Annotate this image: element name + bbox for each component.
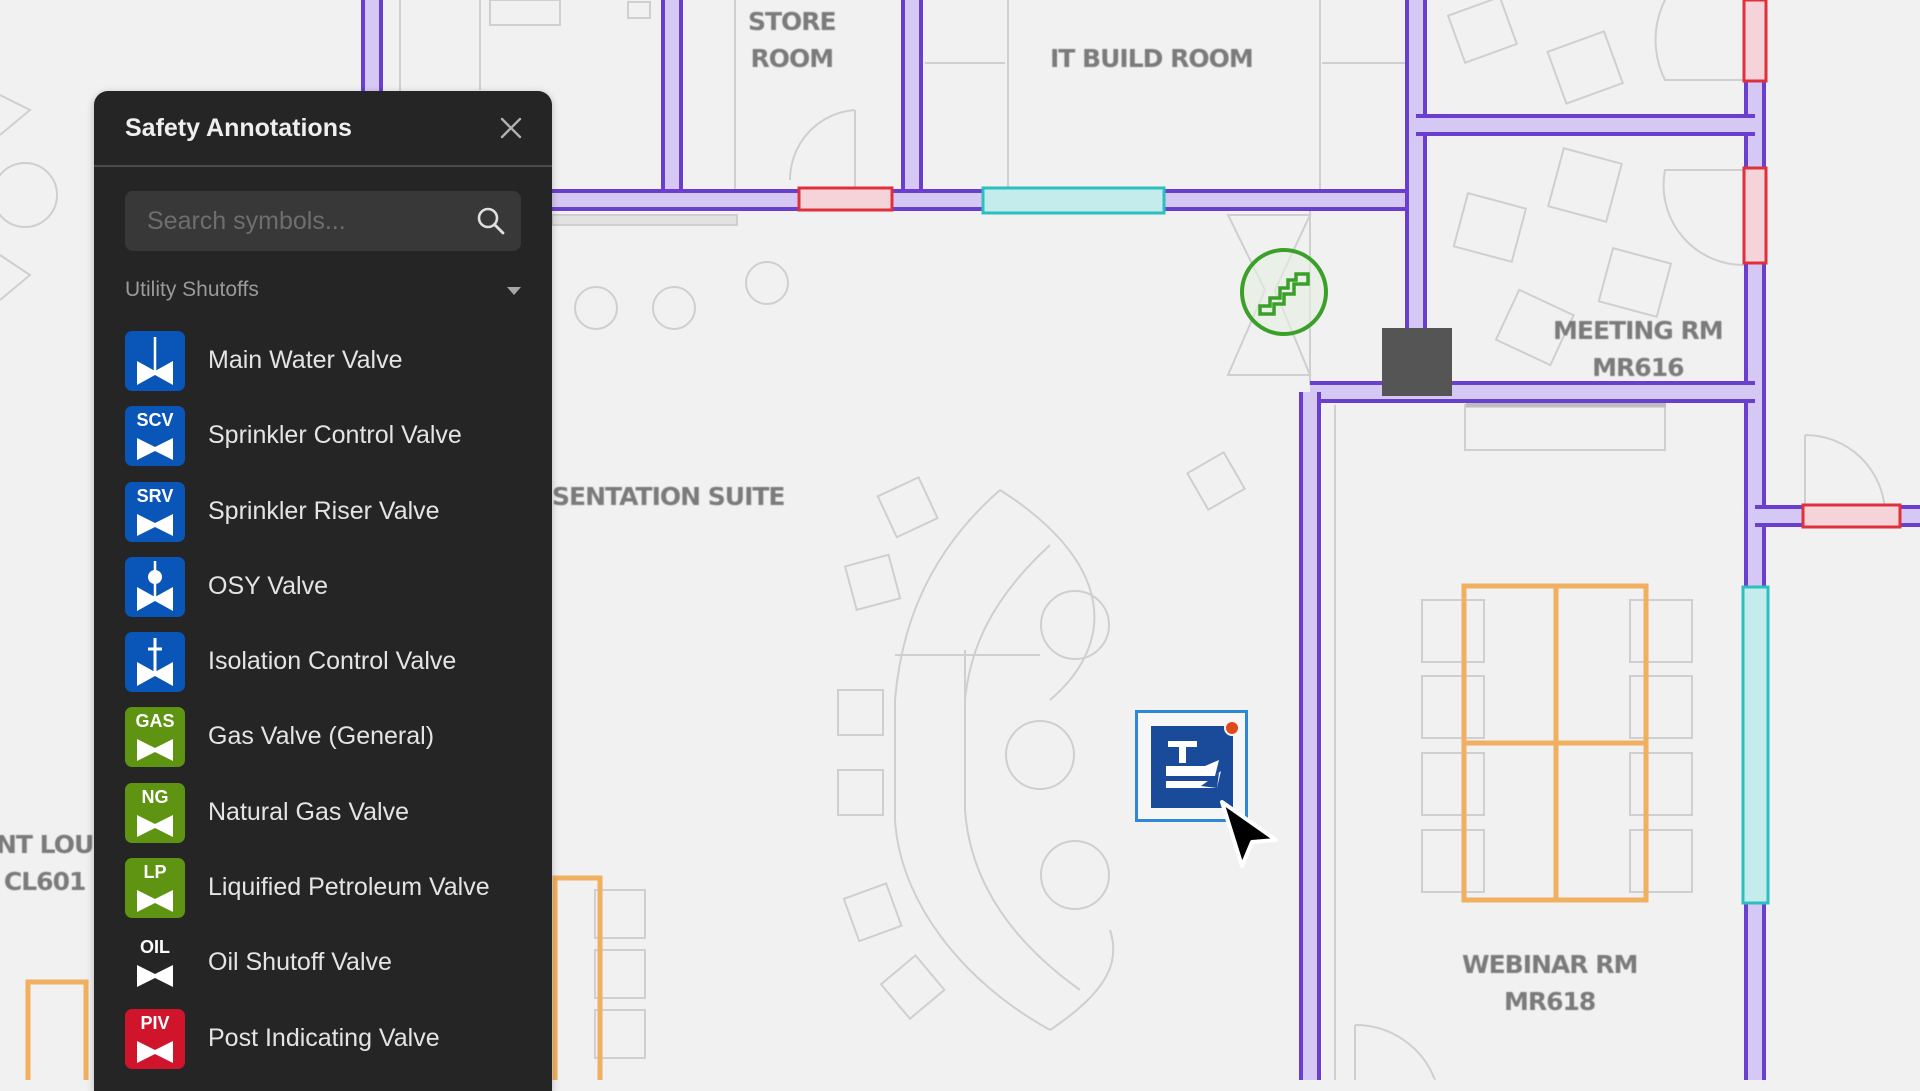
symbol-item-label: Sprinkler Control Valve	[208, 421, 462, 450]
symbol-item-osy-valve[interactable]: OSY Valve	[125, 556, 535, 617]
symbol-list: Main Water Valve SCV Sprinkler Control Val…	[125, 331, 535, 1084]
symbol-item-liquified-petroleum-valve[interactable]: LP Liquified Petroleum Valve	[125, 858, 535, 919]
symbol-item-sprinkler-riser-valve[interactable]: SRV Sprinkler Riser Valve	[125, 481, 535, 542]
section-utility-shutoffs[interactable]: Utility Shutoffs	[125, 278, 521, 310]
symbol-item-post-indicating-valve[interactable]: PIV Post Indicating Valve	[125, 1008, 535, 1069]
wall-segment	[903, 0, 921, 200]
door-marker	[1742, 166, 1768, 265]
close-button[interactable]	[496, 113, 526, 143]
close-icon	[500, 117, 522, 139]
symbol-item-main-water-valve[interactable]: Main Water Valve	[125, 331, 535, 391]
icon-abbreviation: LP	[143, 862, 167, 883]
panel-header: Safety Annotations	[94, 91, 552, 167]
oil-shutoff-valve-icon: OIL	[125, 933, 185, 994]
symbol-item-label: Oil Shutoff Valve	[208, 948, 392, 977]
symbol-item-label: OSY Valve	[208, 571, 328, 600]
icon-abbreviation: OIL	[140, 937, 170, 958]
room-label-store-room: STORE ROOM	[748, 7, 837, 73]
wall-segment	[1416, 116, 1755, 134]
symbol-item-oil-shutoff-valve[interactable]: OIL Oil Shutoff Valve	[125, 933, 535, 994]
icon-abbreviation: NG	[141, 786, 169, 807]
symbol-item-label: Liquified Petroleum Valve	[208, 873, 490, 902]
symbol-item-isolation-control-valve[interactable]: Isolation Control Valve	[125, 632, 535, 693]
natural-gas-valve-icon: NG	[125, 782, 185, 843]
search-icon	[477, 207, 505, 235]
search-box	[125, 191, 521, 251]
search-button[interactable]	[475, 205, 507, 237]
icon-abbreviation: SCV	[136, 410, 174, 431]
structural-column	[1382, 328, 1452, 396]
isolation-control-valve-icon	[125, 632, 185, 693]
room-label-it-build-room: IT BUILD ROOM	[1050, 44, 1254, 73]
icon-abbreviation: PIV	[140, 1012, 170, 1033]
wall-segment	[363, 0, 381, 92]
post-indicating-valve-icon: PIV	[125, 1008, 185, 1069]
main-water-valve-icon	[125, 331, 185, 391]
sprinkler-riser-valve-icon: SRV	[125, 481, 185, 542]
osy-valve-icon	[125, 556, 185, 617]
symbol-item-label: Isolation Control Valve	[208, 647, 457, 676]
icon-abbreviation: SRV	[136, 485, 174, 506]
room-label-webinar-room: WEBINAR RM MR618	[1462, 950, 1638, 1016]
room-label-meeting-room: MEETING RM MR616	[1553, 316, 1724, 382]
symbol-item-label: Gas Valve (General)	[208, 722, 435, 751]
chevron-down-icon	[507, 287, 521, 295]
gas-valve-general-icon: GAS	[125, 707, 185, 768]
liquified-petroleum-valve-icon: LP	[125, 858, 185, 919]
window-marker	[981, 186, 1166, 215]
room-label-presentation-suite: SENTATION SUITE	[552, 482, 785, 511]
section-label: Utility Shutoffs	[125, 278, 259, 301]
security-camera-icon	[1151, 726, 1233, 808]
symbol-item-label: Main Water Valve	[208, 346, 403, 374]
safety-annotations-panel: Safety Annotations Utility Shutoffs Main…	[94, 91, 552, 1091]
window-marker	[1741, 585, 1770, 905]
symbol-item-label: Natural Gas Valve	[208, 797, 410, 826]
door-marker	[1742, 0, 1768, 83]
status-dot	[1224, 720, 1240, 736]
room-label-client-lounge: NT LOU CL601	[0, 830, 94, 896]
symbol-item-sprinkler-control-valve[interactable]: SCV Sprinkler Control Valve	[125, 406, 535, 467]
sprinkler-control-valve-icon: SCV	[125, 406, 185, 467]
wall-segment	[663, 0, 681, 200]
symbol-item-natural-gas-valve[interactable]: NG Natural Gas Valve	[125, 782, 535, 843]
symbol-item-label: Sprinkler Riser Valve	[208, 496, 440, 525]
stairs-icon	[1240, 248, 1328, 336]
wall-segment	[1746, 0, 1764, 1080]
symbol-item-gas-valve-general[interactable]: GAS Gas Valve (General)	[125, 707, 535, 768]
door-marker	[797, 186, 894, 212]
door-marker	[1801, 503, 1902, 529]
symbol-item-label: Post Indicating Valve	[208, 1023, 440, 1052]
panel-title: Safety Annotations	[125, 114, 352, 142]
search-input[interactable]	[125, 191, 455, 251]
icon-abbreviation: GAS	[135, 711, 175, 732]
stairs-marker[interactable]	[1238, 246, 1330, 338]
wall-segment	[1301, 392, 1319, 1080]
mouse-pointer-icon	[1220, 800, 1278, 868]
